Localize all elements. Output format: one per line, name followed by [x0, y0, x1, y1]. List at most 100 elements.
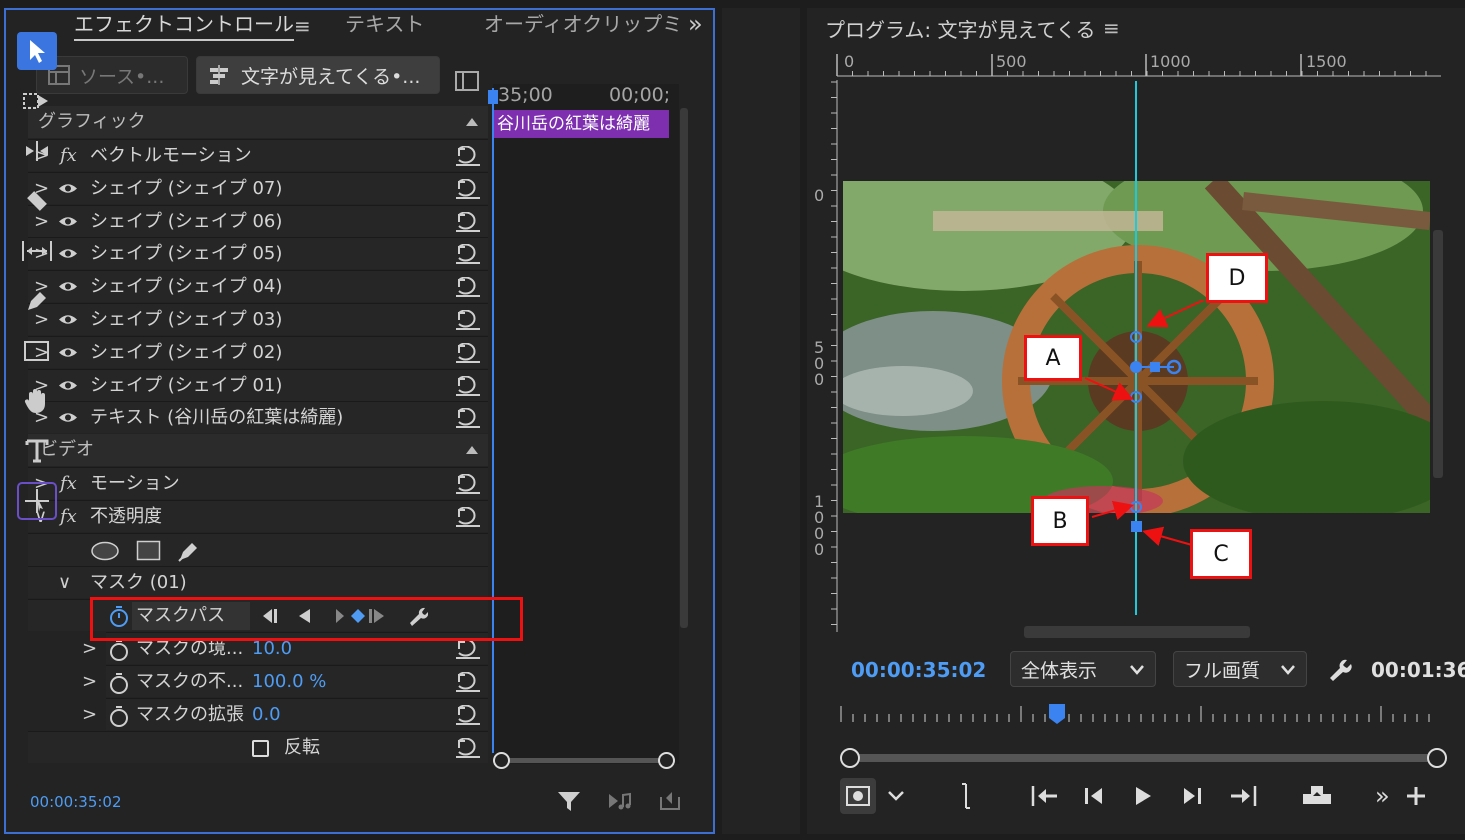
razor-tool[interactable]	[17, 182, 57, 220]
eye-icon[interactable]	[58, 280, 78, 293]
ellipse-mask-icon[interactable]	[90, 541, 120, 561]
effect-row-motion[interactable]: > fx モーション	[28, 467, 488, 499]
panel-menu-icon[interactable]: ≡	[294, 14, 311, 38]
go-to-in-icon[interactable]	[1030, 784, 1060, 808]
mask-opacity-value[interactable]: 100.0 %	[252, 666, 326, 698]
reset-icon[interactable]	[456, 375, 480, 396]
mask-expansion-value[interactable]: 0.0	[252, 699, 281, 731]
chevron-right-icon[interactable]: >	[82, 699, 97, 731]
tab-audio-clip-mixer[interactable]: オーディオクリップミ	[484, 8, 680, 37]
monitor-zoom-handle-right[interactable]	[1427, 748, 1447, 768]
playhead-timecode[interactable]: 00:00:35:02	[851, 658, 986, 682]
rectangle-tool[interactable]	[17, 332, 57, 370]
reset-icon[interactable]	[456, 211, 480, 232]
chevron-down-icon[interactable]: ∨	[58, 567, 71, 599]
effect-row[interactable]: > テキスト (谷川岳の紅葉は綺麗)	[28, 401, 488, 434]
tab-text[interactable]: テキスト	[345, 8, 424, 37]
filter-icon[interactable]	[557, 790, 581, 812]
effect-row[interactable]: > シェイプ (シェイプ 05)	[28, 237, 488, 270]
play-audio-icon[interactable]	[607, 791, 633, 811]
effect-row[interactable]: > シェイプ (シェイプ 04)	[28, 270, 488, 303]
invert-checkbox[interactable]	[252, 740, 269, 757]
left-timecode[interactable]: 00:00:35:02	[30, 793, 122, 811]
mark-in-button[interactable]	[840, 778, 876, 814]
reset-icon[interactable]	[456, 277, 480, 298]
collapse-up-icon[interactable]	[466, 446, 478, 454]
reset-icon[interactable]	[456, 672, 480, 692]
reset-icon[interactable]	[456, 178, 480, 199]
mask-opacity-row[interactable]: > マスクの不... 100.0 %	[82, 665, 488, 698]
monitor-horizontal-scrollbar[interactable]	[1024, 626, 1250, 638]
monitor-zoom-bar[interactable]	[852, 754, 1436, 762]
eye-icon[interactable]	[58, 247, 78, 260]
pen-mask-icon[interactable]	[176, 538, 202, 564]
overflow-icon[interactable]: »	[688, 10, 703, 38]
reset-icon[interactable]	[456, 244, 480, 265]
stopwatch-icon[interactable]	[108, 672, 130, 694]
zoom-handle-left[interactable]	[493, 752, 510, 769]
effect-row[interactable]: > シェイプ (シェイプ 07)	[28, 171, 488, 204]
mask-expansion-row[interactable]: > マスクの拡張 0.0	[82, 698, 488, 731]
reset-icon[interactable]	[456, 474, 480, 494]
timeline-zoom-bar[interactable]	[500, 758, 668, 763]
eye-icon[interactable]	[58, 182, 78, 195]
stopwatch-icon[interactable]	[108, 639, 130, 661]
monitor-vertical-scrollbar[interactable]	[1433, 230, 1443, 478]
lift-icon[interactable]	[1300, 782, 1334, 808]
reset-icon[interactable]	[456, 408, 480, 429]
vertical-scrollbar[interactable]	[680, 108, 688, 628]
monitor-time-ruler[interactable]	[838, 702, 1443, 728]
fx-icon[interactable]: fx	[60, 501, 77, 533]
eye-icon[interactable]	[58, 215, 78, 228]
export-icon[interactable]	[658, 789, 682, 811]
effect-timeline[interactable]	[493, 84, 679, 764]
ripple-edit-tool[interactable]	[17, 132, 57, 170]
play-icon[interactable]	[1130, 784, 1156, 808]
zoom-handle-right[interactable]	[658, 752, 675, 769]
fx-icon[interactable]: fx	[60, 468, 77, 500]
mask-row[interactable]: ∨ マスク (01)	[28, 566, 488, 598]
step-back-icon[interactable]	[1082, 784, 1108, 808]
reset-icon[interactable]	[456, 310, 480, 330]
quality-dropdown[interactable]: フル画質	[1173, 651, 1307, 687]
section-graphics[interactable]: グラフィック	[28, 106, 488, 138]
selection-tool[interactable]	[17, 32, 57, 70]
chevron-down-icon[interactable]	[886, 788, 906, 804]
tab-effect-controls[interactable]: エフェクトコントロール	[74, 8, 294, 41]
overflow-icon[interactable]: »	[1375, 782, 1390, 810]
effect-row[interactable]: > シェイプ (シェイプ 01)	[28, 368, 488, 401]
hand-tool[interactable]	[17, 382, 57, 420]
track-select-tool[interactable]	[17, 82, 57, 120]
effect-row[interactable]: > シェイプ (シェイプ 06)	[28, 204, 488, 237]
pen-tool[interactable]	[17, 282, 57, 320]
reset-icon[interactable]	[456, 738, 480, 758]
reset-icon[interactable]	[456, 705, 480, 725]
effect-row[interactable]: > シェイプ (シェイプ 02)	[28, 335, 488, 368]
reset-icon[interactable]	[456, 507, 480, 527]
monitor-menu-icon[interactable]: ≡	[1103, 16, 1120, 40]
collapse-up-icon[interactable]	[466, 118, 478, 126]
sequence-selector[interactable]: 文字が見えてくる•...	[196, 56, 440, 94]
step-forward-icon[interactable]	[1178, 784, 1204, 808]
zoom-dropdown[interactable]: 全体表示	[1010, 651, 1156, 687]
vector-motion-tool[interactable]	[17, 482, 57, 520]
go-to-out-icon[interactable]	[1228, 784, 1258, 808]
rectangle-mask-icon[interactable]	[136, 540, 162, 562]
panel-toggle-icon[interactable]	[454, 70, 480, 92]
section-video[interactable]: ビデオ	[28, 434, 488, 466]
eye-icon[interactable]	[58, 313, 78, 326]
reset-icon[interactable]	[456, 342, 480, 363]
effect-row[interactable]: > シェイプ (シェイプ 03)	[28, 303, 488, 335]
add-button-icon[interactable]	[1404, 784, 1428, 808]
slip-tool[interactable]	[17, 232, 57, 270]
stopwatch-icon[interactable]	[108, 705, 130, 727]
timeline-clip[interactable]: 谷川岳の紅葉は綺麗	[493, 110, 669, 138]
chevron-right-icon[interactable]: >	[82, 666, 97, 698]
eye-icon[interactable]	[58, 411, 78, 424]
reset-icon[interactable]	[456, 146, 480, 166]
effect-row-opacity[interactable]: ∨ fx 不透明度	[28, 500, 488, 532]
monitor-zoom-handle-left[interactable]	[840, 748, 860, 768]
add-marker-icon[interactable]	[958, 782, 974, 810]
type-tool[interactable]	[17, 432, 57, 470]
source-selector[interactable]: ソース•...	[36, 56, 188, 94]
